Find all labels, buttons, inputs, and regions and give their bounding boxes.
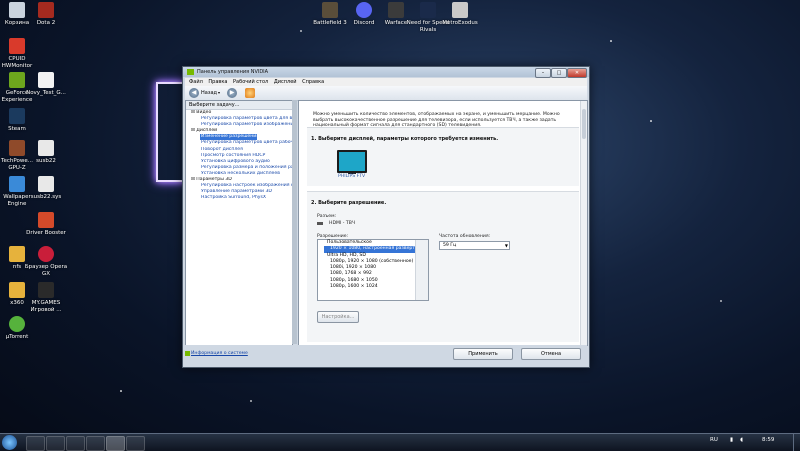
- document-icon: [38, 72, 54, 88]
- menu-file[interactable]: Файл: [189, 79, 203, 85]
- taskbar-explorer-icon[interactable]: [26, 436, 45, 451]
- menu-edit[interactable]: Правка: [208, 79, 227, 85]
- start-button[interactable]: [2, 435, 17, 450]
- bottom-bar: Информация о системе Применить Отмена: [185, 345, 587, 365]
- mygames-icon: [38, 282, 54, 298]
- dota2-icon: [38, 2, 54, 18]
- connector-label: Разъем:: [317, 214, 337, 219]
- folder-icon: [9, 246, 25, 262]
- desktop-icon-susb22-sys[interactable]: susb22.sys: [24, 176, 68, 201]
- desktop-icon-dota2[interactable]: Dota 2: [24, 2, 68, 27]
- display-name: PHILIPS FTV: [338, 174, 366, 179]
- taskbar: RU ▮ ◖ 8:59: [0, 433, 800, 451]
- tray-volume-icon[interactable]: ◖: [740, 437, 743, 443]
- back-label[interactable]: Назад: [201, 90, 217, 96]
- recycle-bin-icon: [9, 2, 25, 18]
- step1-title: 1. Выберите дисплей, параметры которого …: [311, 136, 499, 142]
- taskbar-nvidia-icon[interactable]: [106, 436, 125, 451]
- display-monitor-icon[interactable]: [337, 150, 367, 174]
- opera-gx-icon: [38, 246, 54, 262]
- desktop-icon-utorrent[interactable]: µTorrent: [0, 316, 39, 341]
- refresh-rate-value: 59 Гц: [443, 243, 457, 248]
- show-desktop-button[interactable]: [793, 434, 800, 451]
- warface-icon: [388, 2, 404, 18]
- back-dropdown-icon[interactable]: ▾: [218, 90, 220, 95]
- menu-display[interactable]: Дисплей: [274, 79, 297, 85]
- minimize-button[interactable]: –: [535, 68, 551, 78]
- steam-icon: [9, 108, 25, 124]
- nfs-rivals-icon: [420, 2, 436, 18]
- content-panel: Можно уменьшить количество элементов, от…: [298, 100, 588, 346]
- nvidia-logo-icon: [187, 69, 194, 75]
- menu-help[interactable]: Справка: [302, 79, 324, 85]
- taskbar-browser-icon[interactable]: [86, 436, 105, 451]
- taskbar-folder-icon[interactable]: [46, 436, 65, 451]
- resolution-option[interactable]: 1080p, 1600 × 1024: [324, 284, 428, 290]
- connector-icon: [317, 222, 323, 225]
- desktop-icon-metro-exodus[interactable]: MetroExodus: [438, 2, 482, 27]
- close-button[interactable]: ✕: [567, 68, 587, 78]
- desktop-icon-driver-booster[interactable]: Driver Booster: [24, 212, 68, 237]
- content-scrollbar[interactable]: [580, 101, 587, 345]
- home-icon[interactable]: [245, 88, 255, 98]
- task-panel: Выберите задачу... ⊟ Видео Регулировка па…: [185, 100, 293, 346]
- menu-bar: Файл Правка Рабочий стол Дисплей Справка: [185, 78, 587, 86]
- menu-desktop[interactable]: Рабочий стол: [233, 79, 268, 85]
- desktop-icon-opera-gx[interactable]: Браузер Opera GX: [24, 246, 68, 277]
- file-icon: [38, 140, 54, 156]
- taskbar-app-icon[interactable]: [66, 436, 85, 451]
- file-icon: [38, 176, 54, 192]
- customize-button[interactable]: Настройка...: [317, 311, 359, 323]
- cancel-button[interactable]: Отмена: [521, 348, 581, 360]
- maximize-button[interactable]: □: [551, 68, 567, 78]
- gpuz-icon: [9, 140, 25, 156]
- tree-item[interactable]: Регулировка параметров цвета рабочего ст…: [186, 140, 292, 146]
- chevron-down-icon: ▼: [504, 243, 508, 248]
- refresh-label: Частота обновления:: [439, 234, 491, 239]
- task-panel-header: Выберите задачу...: [186, 101, 292, 110]
- desktop-icon-novy-test[interactable]: Novy_Test_G...: [24, 72, 68, 97]
- resolution-option[interactable]: 1920 × 1080, настроенная развертка: [324, 246, 421, 253]
- desktop-icon-mygames[interactable]: MY.GAMES Игровой ...: [24, 282, 68, 313]
- resolution-list-scrollbar[interactable]: [415, 240, 428, 300]
- battlefield3-icon: [322, 2, 338, 18]
- wallpaper-engine-icon: [9, 176, 25, 192]
- system-info-link[interactable]: Информация о системе: [191, 351, 248, 356]
- toolbar: ◀ Назад ▾ ▶: [185, 86, 587, 101]
- hwmonitor-icon: [9, 38, 25, 54]
- tray-clock[interactable]: 8:59: [762, 437, 774, 443]
- desktop-icon-steam[interactable]: Steam: [0, 108, 39, 133]
- task-tree: ⊟ Видео Регулировка параметров цвета для …: [186, 110, 292, 201]
- resolution-list[interactable]: Пользовательское 1920 × 1080, настроенная…: [317, 239, 429, 301]
- apply-button[interactable]: Применить: [453, 348, 513, 360]
- connector-value: HDMI - ТВЧ: [329, 221, 355, 226]
- step1-section: 1. Выберите дисплей, параметры которого …: [307, 127, 579, 186]
- system-info-icon: [185, 351, 190, 356]
- tray-language[interactable]: RU: [710, 437, 718, 443]
- forward-arrow-icon[interactable]: ▶: [227, 88, 237, 98]
- folder-icon: [9, 282, 25, 298]
- window-title: Панель управления NVIDIA: [197, 69, 269, 75]
- desktop-icon-hwmonitor[interactable]: CPUID HWMonitor: [0, 38, 39, 69]
- utorrent-icon: [9, 316, 25, 332]
- tree-item[interactable]: Настройка Surround, PhysX: [186, 195, 292, 201]
- desktop-icon-susb22[interactable]: susb22: [24, 140, 68, 165]
- title-bar[interactable]: Панель управления NVIDIA – □ ✕: [183, 67, 589, 78]
- step2-title: 2. Выберите разрешение.: [311, 200, 387, 206]
- taskbar-settings-icon[interactable]: [126, 436, 145, 451]
- panel-splitter[interactable]: [292, 100, 297, 344]
- back-arrow-icon[interactable]: ◀: [189, 88, 199, 98]
- geforce-icon: [9, 72, 25, 88]
- refresh-rate-dropdown[interactable]: 59 Гц ▼: [439, 241, 510, 250]
- discord-icon: [356, 2, 372, 18]
- nvidia-control-panel-window: Панель управления NVIDIA – □ ✕ Файл Прав…: [182, 66, 590, 368]
- content-scrollbar-thumb[interactable]: [582, 109, 586, 139]
- driver-booster-icon: [38, 212, 54, 228]
- tray-network-icon[interactable]: ▮: [730, 437, 733, 443]
- metro-exodus-icon: [452, 2, 468, 18]
